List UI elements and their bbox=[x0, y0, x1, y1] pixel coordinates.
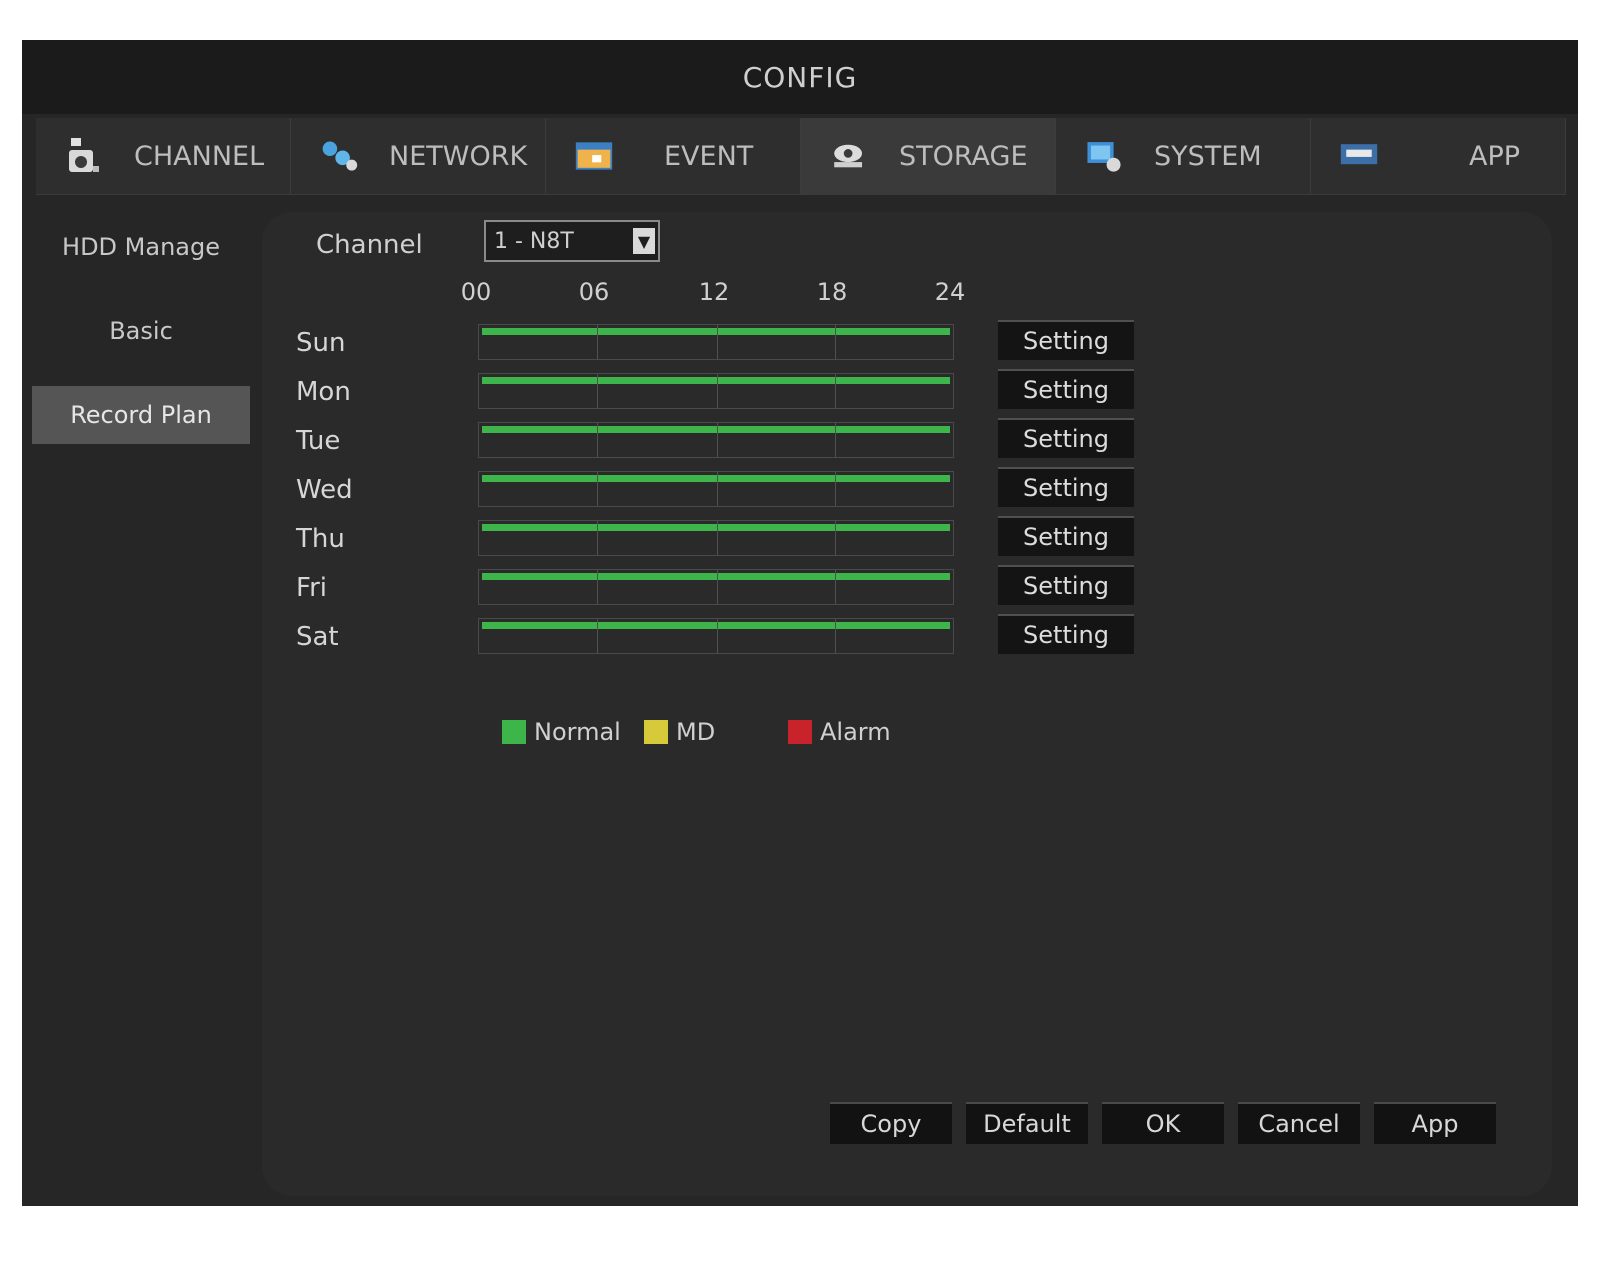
schedule-track[interactable] bbox=[478, 520, 954, 556]
legend-normal: Normal bbox=[502, 718, 621, 746]
normal-record-bar bbox=[482, 622, 950, 629]
day-row-mon: Mon Setting bbox=[262, 369, 1552, 413]
record-plan-panel: Channel 1 - N8T ▼ 00 06 12 18 24 Sun Set… bbox=[262, 212, 1552, 1196]
copy-button[interactable]: Copy bbox=[830, 1102, 952, 1144]
day-row-sun: Sun Setting bbox=[262, 320, 1552, 364]
legend-label: Normal bbox=[534, 718, 621, 746]
system-icon bbox=[1084, 136, 1124, 176]
tab-label: SYSTEM bbox=[1154, 140, 1262, 172]
sidebar-item-hdd-manage[interactable]: HDD Manage bbox=[32, 218, 250, 276]
sidebar-item-record-plan[interactable]: Record Plan bbox=[32, 386, 250, 444]
sidebar: HDD Manage Basic Record Plan bbox=[32, 218, 250, 470]
window-title: CONFIG bbox=[22, 40, 1578, 114]
day-label: Mon bbox=[296, 377, 351, 407]
channel-select[interactable]: 1 - N8T ▼ bbox=[484, 220, 660, 262]
channel-select-value: 1 - N8T bbox=[494, 228, 574, 254]
camera-icon bbox=[64, 136, 104, 176]
sidebar-item-basic[interactable]: Basic bbox=[32, 302, 250, 360]
day-label: Sat bbox=[296, 622, 339, 652]
day-row-wed: Wed Setting bbox=[262, 467, 1552, 511]
day-row-sat: Sat Setting bbox=[262, 614, 1552, 658]
apply-button[interactable]: App bbox=[1374, 1102, 1496, 1144]
normal-record-bar bbox=[482, 426, 950, 433]
app-icon bbox=[1339, 136, 1379, 176]
config-window: CONFIG CHANNEL NETWORK EVENT STORAGE SYS… bbox=[22, 40, 1578, 1206]
ok-button[interactable]: OK bbox=[1102, 1102, 1224, 1144]
day-row-tue: Tue Setting bbox=[262, 418, 1552, 462]
hour-label: 24 bbox=[934, 278, 966, 306]
setting-button[interactable]: Setting bbox=[998, 418, 1134, 458]
tab-channel[interactable]: CHANNEL bbox=[36, 118, 291, 194]
legend-alarm: Alarm bbox=[788, 718, 891, 746]
schedule-track[interactable] bbox=[478, 569, 954, 605]
day-row-thu: Thu Setting bbox=[262, 516, 1552, 560]
event-icon bbox=[574, 136, 614, 176]
tab-label: NETWORK bbox=[389, 140, 528, 172]
setting-button[interactable]: Setting bbox=[998, 369, 1134, 409]
day-label: Fri bbox=[296, 573, 327, 603]
legend-label: Alarm bbox=[820, 718, 891, 746]
day-row-fri: Fri Setting bbox=[262, 565, 1552, 609]
storage-icon bbox=[829, 136, 869, 176]
tab-storage[interactable]: STORAGE bbox=[801, 118, 1056, 194]
normal-record-bar bbox=[482, 328, 950, 335]
tab-network[interactable]: NETWORK bbox=[291, 118, 546, 194]
schedule-track[interactable] bbox=[478, 324, 954, 360]
tab-system[interactable]: SYSTEM bbox=[1056, 118, 1311, 194]
schedule-track[interactable] bbox=[478, 373, 954, 409]
chevron-down-icon[interactable]: ▼ bbox=[633, 228, 655, 254]
day-label: Thu bbox=[296, 524, 345, 554]
bottom-button-bar: Copy Default OK Cancel App bbox=[830, 1102, 1510, 1144]
legend-md: MD bbox=[644, 718, 715, 746]
schedule-track[interactable] bbox=[478, 618, 954, 654]
tab-label: CHANNEL bbox=[134, 140, 265, 172]
setting-button[interactable]: Setting bbox=[998, 516, 1134, 556]
tab-app[interactable]: APP bbox=[1311, 118, 1566, 194]
tab-label: APP bbox=[1469, 140, 1521, 172]
tab-label: EVENT bbox=[664, 140, 754, 172]
md-swatch bbox=[644, 720, 668, 744]
normal-swatch bbox=[502, 720, 526, 744]
normal-record-bar bbox=[482, 573, 950, 580]
hour-label: 12 bbox=[698, 278, 730, 306]
hour-label: 06 bbox=[578, 278, 610, 306]
setting-button[interactable]: Setting bbox=[998, 565, 1134, 605]
default-button[interactable]: Default bbox=[966, 1102, 1088, 1144]
day-label: Tue bbox=[296, 426, 341, 456]
normal-record-bar bbox=[482, 475, 950, 482]
hour-label: 00 bbox=[460, 278, 492, 306]
channel-label: Channel bbox=[316, 230, 423, 260]
main-tab-bar: CHANNEL NETWORK EVENT STORAGE SYSTEM APP bbox=[36, 118, 1566, 195]
normal-record-bar bbox=[482, 377, 950, 384]
tab-event[interactable]: EVENT bbox=[546, 118, 801, 194]
normal-record-bar bbox=[482, 524, 950, 531]
setting-button[interactable]: Setting bbox=[998, 467, 1134, 507]
hour-label: 18 bbox=[816, 278, 848, 306]
cancel-button[interactable]: Cancel bbox=[1238, 1102, 1360, 1144]
day-label: Wed bbox=[296, 475, 353, 505]
day-label: Sun bbox=[296, 328, 346, 358]
setting-button[interactable]: Setting bbox=[998, 614, 1134, 654]
setting-button[interactable]: Setting bbox=[998, 320, 1134, 360]
schedule-track[interactable] bbox=[478, 422, 954, 458]
tab-label: STORAGE bbox=[899, 140, 1028, 172]
alarm-swatch bbox=[788, 720, 812, 744]
network-icon bbox=[319, 136, 359, 176]
schedule-track[interactable] bbox=[478, 471, 954, 507]
legend-label: MD bbox=[676, 718, 716, 746]
